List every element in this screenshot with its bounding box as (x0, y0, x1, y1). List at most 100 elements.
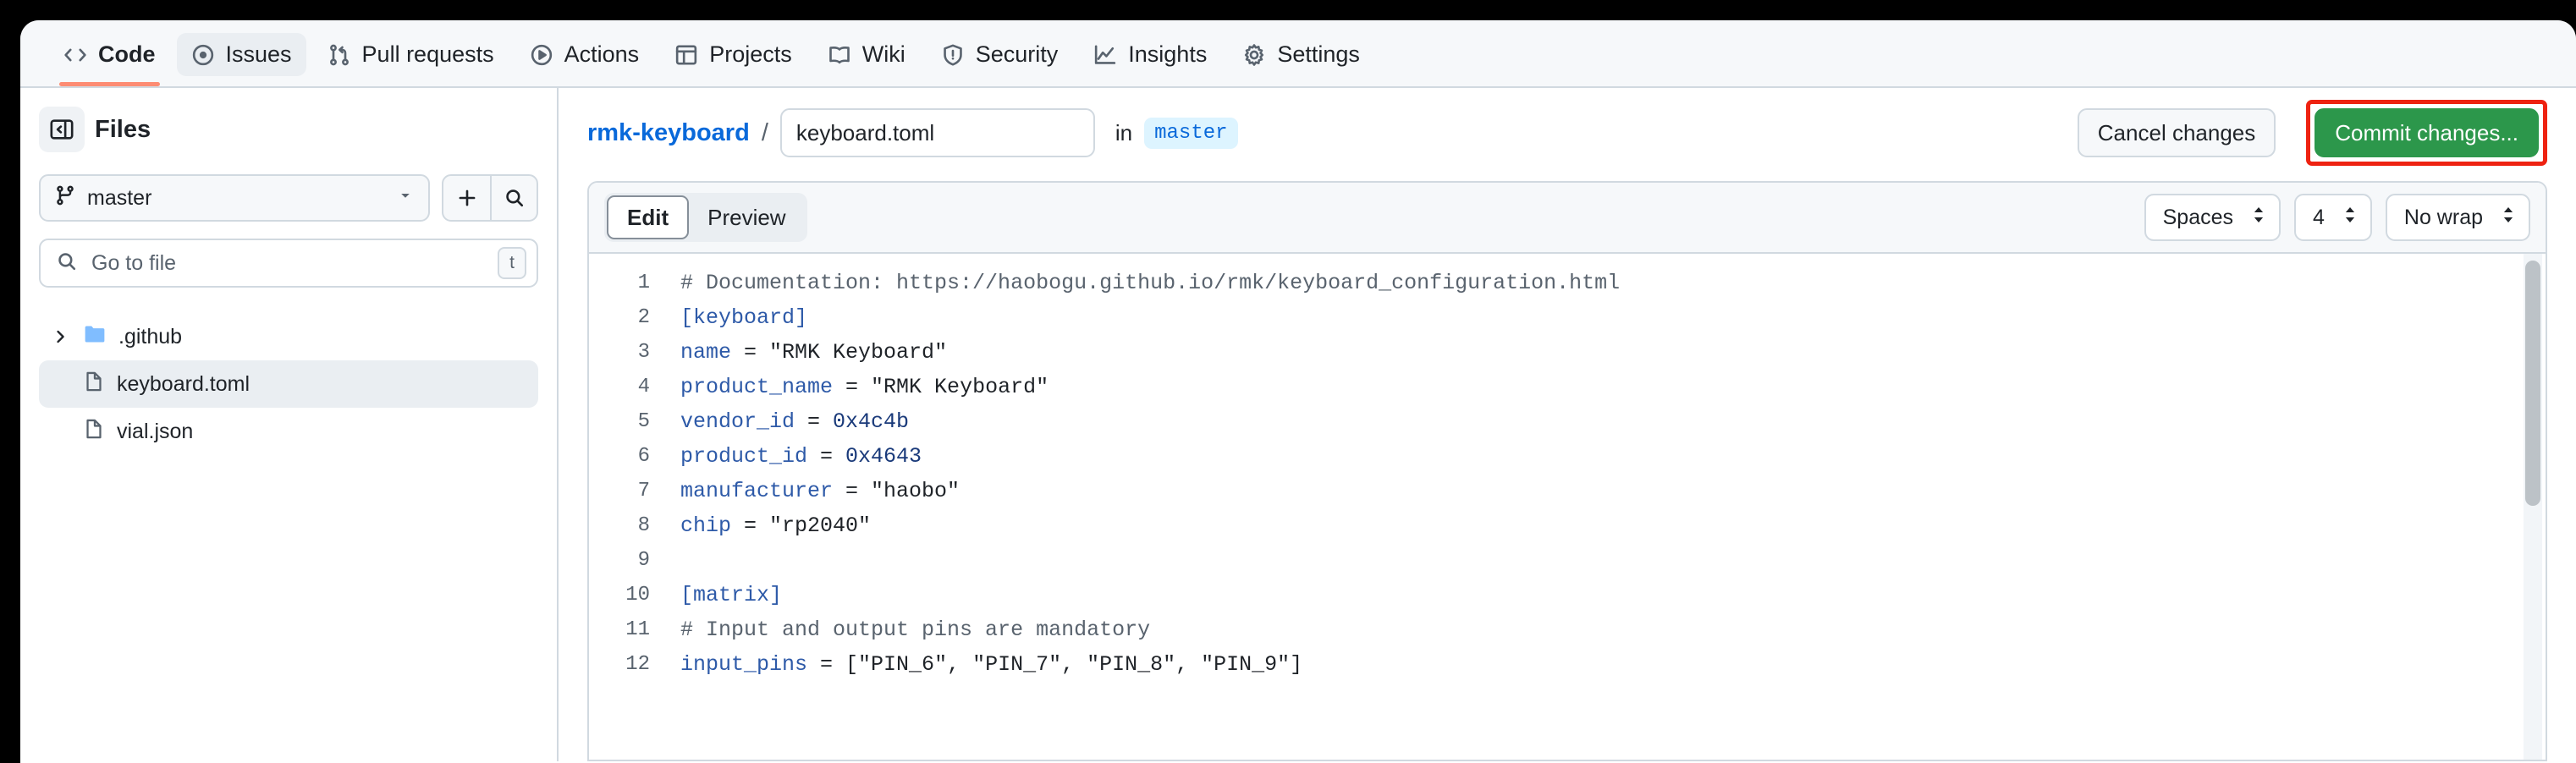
breadcrumb-separator: / (762, 119, 768, 147)
tree-item-label: keyboard.toml (117, 372, 250, 397)
nav-tab-pull-requests[interactable]: Pull requests (313, 33, 509, 76)
nav-tab-label: Pull requests (362, 41, 494, 68)
sidebar-title: Files (95, 116, 151, 144)
tree-item-label: vial.json (117, 420, 193, 444)
repo-navigation: Code Issues Pull requests Actions Projects Wi… (20, 20, 2576, 88)
line-number: 5 (589, 404, 650, 439)
line-number: 3 (589, 335, 650, 370)
file-icon (83, 418, 105, 446)
indent-size-select[interactable]: 4 (2294, 194, 2372, 241)
folder-icon (83, 322, 107, 352)
chevron-updown-icon (2250, 205, 2267, 231)
nav-tab-label: Wiki (862, 41, 905, 68)
nav-tab-actions[interactable]: Actions (515, 33, 654, 76)
nav-tab-security[interactable]: Security (927, 33, 1073, 76)
tab-preview[interactable]: Preview (689, 195, 804, 239)
tree-item-keyboard-toml[interactable]: keyboard.toml (39, 360, 538, 408)
collapse-sidebar-button[interactable] (39, 107, 85, 152)
book-icon (828, 43, 851, 67)
nav-tab-issues[interactable]: Issues (177, 33, 306, 76)
commit-button-highlight: Commit changes... (2306, 100, 2547, 166)
sidebar-actions (442, 174, 538, 222)
editor-scrollbar-thumb[interactable] (2525, 261, 2540, 506)
tree-item-label: .github (118, 325, 182, 349)
line-number: 6 (589, 439, 650, 474)
git-branch-icon (54, 184, 76, 212)
nav-tab-label: Projects (709, 41, 792, 68)
line-number-gutter: 123456789101112 (589, 254, 662, 760)
code-line: input_pins = ["PIN_6", "PIN_7", "PIN_8",… (680, 647, 2546, 682)
code-line: vendor_id = 0x4c4b (680, 404, 2546, 439)
editor-scrollbar-track[interactable] (2524, 254, 2542, 760)
nav-tab-code[interactable]: Code (49, 33, 170, 76)
file-tree: .github keyboard.toml vial.json (39, 313, 538, 455)
code-content[interactable]: # Documentation: https://haobogu.github.… (662, 254, 2546, 760)
tree-item-vial-json[interactable]: vial.json (39, 408, 538, 455)
add-file-button[interactable] (443, 176, 490, 220)
commit-changes-button[interactable]: Commit changes... (2315, 108, 2539, 157)
code-line (680, 543, 2546, 578)
nav-tab-insights[interactable]: Insights (1079, 33, 1221, 76)
edit-preview-tabs: EditPreview (604, 193, 807, 242)
nav-tab-wiki[interactable]: Wiki (813, 33, 920, 76)
active-tab-underline (59, 82, 160, 86)
gear-icon (1242, 43, 1266, 67)
breadcrumb: rmk-keyboard / in master Cancel changes … (587, 107, 2547, 159)
nav-tab-settings[interactable]: Settings (1228, 33, 1374, 76)
line-number: 7 (589, 474, 650, 508)
line-number: 2 (589, 300, 650, 335)
wrap-mode-select[interactable]: No wrap (2386, 194, 2530, 241)
code-line: chip = "rp2040" (680, 508, 2546, 543)
target-branch-badge: master (1144, 118, 1237, 149)
filename-input[interactable] (780, 108, 1095, 157)
branch-row: master (39, 174, 538, 222)
nav-tab-label: Security (976, 41, 1059, 68)
go-to-file-search[interactable]: t (39, 239, 538, 288)
search-icon (56, 250, 78, 277)
code-icon (63, 43, 87, 67)
wrap-mode-value: No wrap (2404, 206, 2483, 230)
code-line: name = "RMK Keyboard" (680, 335, 2546, 370)
tree-item-dot-github[interactable]: .github (39, 313, 538, 360)
repo-link[interactable]: rmk-keyboard (587, 119, 750, 147)
go-to-file-input[interactable] (91, 251, 484, 276)
issue-icon (191, 43, 215, 67)
nav-tab-projects[interactable]: Projects (660, 33, 806, 76)
line-number: 10 (589, 578, 650, 612)
editor-toolbar: EditPreview Spaces 4 (589, 183, 2546, 254)
file-sidebar: Files master (20, 88, 559, 761)
code-editor-panel: EditPreview Spaces 4 (587, 181, 2547, 761)
chevron-updown-icon (2342, 205, 2359, 231)
indent-mode-select[interactable]: Spaces (2144, 194, 2281, 241)
nav-tab-label: Issues (226, 41, 292, 68)
branch-name-label: master (87, 186, 385, 211)
play-icon (530, 43, 553, 67)
nav-tab-label: Code (98, 41, 156, 68)
code-line: manufacturer = "haobo" (680, 474, 2546, 508)
file-icon (83, 371, 105, 398)
table-icon (674, 43, 698, 67)
cancel-changes-button[interactable]: Cancel changes (2078, 108, 2276, 157)
line-number: 12 (589, 647, 650, 682)
line-number: 9 (589, 543, 650, 578)
code-line: # Documentation: https://haobogu.github.… (680, 266, 2546, 300)
search-shortcut-key: t (498, 247, 526, 279)
chevron-updown-icon (2500, 205, 2517, 231)
branch-selector[interactable]: master (39, 174, 430, 222)
graph-icon (1093, 43, 1117, 67)
shield-icon (941, 43, 965, 67)
code-area[interactable]: 123456789101112 # Documentation: https:/… (589, 254, 2546, 760)
chevron-down-icon (396, 186, 415, 211)
line-number: 4 (589, 370, 650, 404)
nav-tab-label: Actions (564, 41, 640, 68)
line-number: 11 (589, 612, 650, 647)
tab-edit[interactable]: Edit (607, 195, 689, 239)
code-line: [keyboard] (680, 300, 2546, 335)
editor-main: rmk-keyboard / in master Cancel changes … (559, 88, 2576, 761)
search-files-button[interactable] (490, 176, 537, 220)
code-line: product_id = 0x4643 (680, 439, 2546, 474)
code-line: [matrix] (680, 578, 2546, 612)
chevron-right-icon[interactable] (49, 327, 71, 346)
github-editor-window: Code Issues Pull requests Actions Projects Wi… (20, 20, 2576, 763)
sidebar-header: Files (39, 107, 538, 152)
